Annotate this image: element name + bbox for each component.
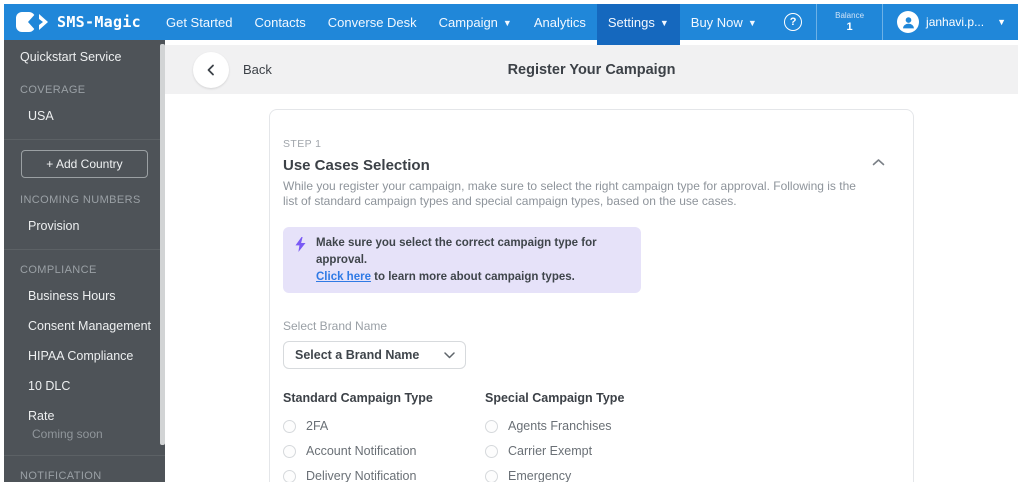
nav-menu: Get Started Contacts Converse Desk Campaign… (155, 4, 768, 45)
brand-select-value: Select a Brand Name (295, 348, 420, 363)
use-cases-card: STEP 1 Use Cases Selection While you reg… (269, 109, 914, 482)
standard-option-delivery-notification[interactable]: Delivery Notification (283, 469, 473, 482)
user-name: janhavi.p... (926, 15, 985, 29)
back-label: Back (243, 62, 272, 77)
nav-item-converse-desk[interactable]: Converse Desk (317, 4, 428, 40)
radio-icon[interactable] (283, 469, 296, 482)
step-label: STEP 1 (283, 138, 322, 150)
sidebar-item-provision[interactable]: Provision (4, 211, 165, 241)
special-option-emergency[interactable]: Emergency (485, 469, 675, 482)
banner-link[interactable]: Click here (316, 271, 371, 283)
nav-item-label: Get Started (165, 14, 233, 30)
help-icon[interactable]: ? (784, 13, 803, 31)
standard-campaign-header: Standard Campaign Type (283, 391, 433, 406)
radio-label: Emergency (508, 469, 572, 482)
sidebar-item-consent-management[interactable]: Consent Management (4, 311, 165, 341)
card-description: While you register your campaign, make s… (283, 179, 856, 208)
help-wrap: ? (770, 4, 816, 40)
nav-item-label: Settings (607, 14, 655, 30)
nav-item-label: Converse Desk (327, 14, 417, 30)
settings-sidebar: Quickstart Service COVERAGE USA + Add Count… (4, 40, 165, 482)
nav-item-campaign[interactable]: Campaign ▼ (428, 4, 523, 40)
radio-icon[interactable] (485, 444, 498, 458)
sidebar-item-quickstart-service[interactable]: Quickstart Service (4, 42, 165, 72)
chevron-down-icon: ▼ (747, 17, 757, 28)
standard-option-account-notification[interactable]: Account Notification (283, 444, 473, 458)
radio-icon[interactable] (485, 419, 498, 433)
radio-icon[interactable] (283, 444, 296, 458)
brand-select-dropdown[interactable]: Select a Brand Name (283, 341, 466, 370)
nav-item-label: Buy Now (690, 14, 743, 30)
brand-name: SMS-Magic (57, 13, 141, 31)
special-campaign-header: Special Campaign Type (485, 391, 625, 406)
info-banner: Make sure you select the correct campaig… (283, 227, 641, 294)
page-title: Register Your Campaign (507, 61, 676, 78)
collapse-chevron-up-icon[interactable] (872, 154, 885, 172)
sidebar-section-compliance: COMPLIANCE (20, 264, 97, 276)
nav-item-settings[interactable]: Settings ▼ (596, 4, 680, 45)
top-navbar: SMS-Magic Get Started Contacts Converse De… (4, 4, 1018, 45)
balance-value: 1 (846, 21, 853, 33)
brand-select-label: Select Brand Name (283, 319, 388, 334)
nav-item-contacts[interactable]: Contacts (243, 4, 316, 40)
radio-label: Agents Franchises (508, 419, 612, 434)
special-option-carrier-exempt[interactable]: Carrier Exempt (485, 444, 675, 458)
user-menu[interactable]: janhavi.p... ▼ (883, 4, 1018, 40)
sidebar-item-hipaa-compliance[interactable]: HIPAA Compliance (4, 341, 165, 371)
special-option-agents-franchises[interactable]: Agents Franchises (485, 419, 675, 433)
card-title: Use Cases Selection (283, 157, 430, 174)
main-content: Back Register Your Campaign STEP 1 Use C… (165, 40, 1018, 482)
chevron-down-icon: ▼ (659, 17, 669, 28)
lightning-bolt-icon (295, 237, 306, 285)
chevron-down-icon (444, 352, 455, 359)
special-campaign-column: Special Campaign Type Agents Franchises C… (485, 391, 675, 482)
campaign-type-columns: Standard Campaign Type 2FA Account Notifi… (283, 391, 899, 482)
radio-icon[interactable] (485, 469, 498, 482)
sidebar-subtext-coming-soon: Coming soon (32, 427, 103, 441)
nav-item-label: Campaign (438, 14, 498, 30)
add-country-button[interactable]: + Add Country (21, 150, 148, 178)
banner-line2: to learn more about campaign types. (370, 270, 575, 283)
nav-item-label: Contacts (254, 14, 306, 30)
back-button[interactable]: Back (193, 51, 272, 88)
sidebar-divider (4, 455, 165, 456)
sidebar-divider (4, 249, 165, 250)
sms-magic-logo-icon (16, 12, 50, 32)
app-frame: SMS-Magic Get Started Contacts Converse De… (4, 4, 1018, 482)
sidebar-divider (4, 139, 165, 140)
sidebar-scrollbar[interactable] (160, 44, 165, 445)
balance-widget: Balance 1 (816, 4, 884, 40)
sidebar-section-coverage: COVERAGE (20, 84, 86, 96)
sidebar-section-incoming-numbers: INCOMING NUMBERS (20, 194, 141, 206)
radio-label: Carrier Exempt (508, 444, 593, 459)
nav-right: ? Balance 1 janhavi.p... ▼ (770, 4, 1018, 40)
banner-line1: Make sure you select the correct campaig… (316, 237, 597, 266)
radio-label: Account Notification (306, 444, 417, 459)
chevron-down-icon: ▼ (502, 17, 512, 28)
chevron-down-icon: ▼ (997, 17, 1006, 27)
sidebar-item-10-dlc[interactable]: 10 DLC (4, 371, 165, 401)
nav-item-buy-now[interactable]: Buy Now ▼ (680, 4, 768, 40)
standard-option-2fa[interactable]: 2FA (283, 419, 473, 433)
avatar-icon (897, 11, 920, 33)
radio-icon[interactable] (283, 419, 296, 433)
banner-text: Make sure you select the correct campaig… (316, 235, 631, 285)
radio-label: 2FA (306, 419, 329, 434)
page-header: Back Register Your Campaign (165, 45, 1018, 94)
nav-item-label: Analytics (533, 14, 586, 30)
radio-label: Delivery Notification (306, 469, 417, 482)
standard-campaign-column: Standard Campaign Type 2FA Account Notifi… (283, 391, 473, 482)
back-chevron-icon (193, 51, 229, 88)
balance-label: Balance (835, 11, 865, 20)
brand[interactable]: SMS-Magic (4, 4, 155, 40)
sidebar-item-business-hours[interactable]: Business Hours (4, 281, 165, 311)
sidebar-item-usa[interactable]: USA (4, 101, 165, 131)
sidebar-section-notification: NOTIFICATION (20, 470, 102, 482)
nav-item-analytics[interactable]: Analytics (523, 4, 597, 40)
nav-item-get-started[interactable]: Get Started (155, 4, 243, 40)
